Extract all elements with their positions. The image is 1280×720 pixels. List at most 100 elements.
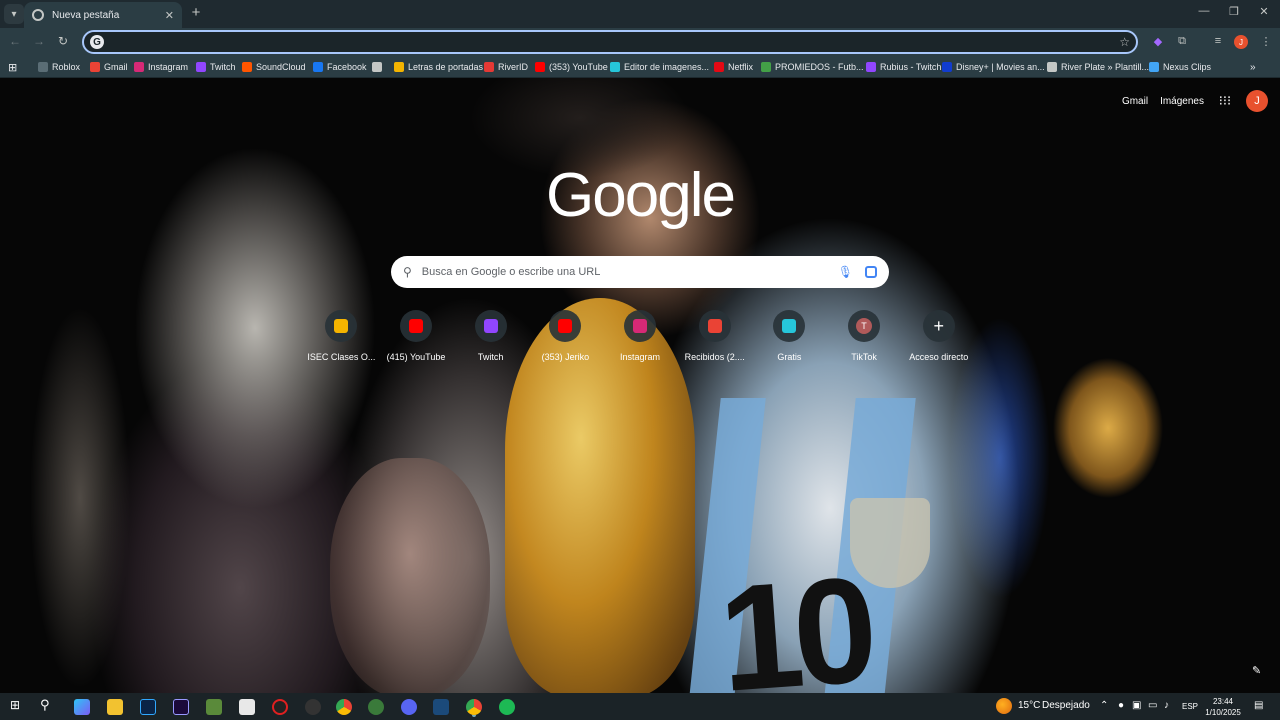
minecraft-icon[interactable] <box>206 699 222 715</box>
bookmark-item[interactable]: PROMIEDOS - Futb... <box>761 60 864 74</box>
media-controls-icon[interactable]: ≡ <box>1210 35 1226 49</box>
google-apps-icon[interactable]: ⁝⁝⁝ <box>1216 93 1234 109</box>
shortcut-tile[interactable]: + Acceso directo <box>901 310 976 362</box>
gmail-icon <box>90 62 100 72</box>
gmail-link[interactable]: Gmail <box>1122 96 1148 107</box>
minimize-button[interactable]: — <box>1192 5 1216 17</box>
app-icon[interactable] <box>368 699 384 715</box>
profile-avatar[interactable]: J <box>1234 35 1248 49</box>
start-button[interactable]: ⊞ <box>10 698 20 712</box>
shortcut-tile[interactable]: (415) YouTube <box>379 310 454 362</box>
bookmark-item[interactable]: Roblox <box>38 60 80 74</box>
bookmark-item[interactable]: Facebook <box>313 60 367 74</box>
discord-icon[interactable] <box>401 699 417 715</box>
bookmark-item[interactable]: Twitch <box>196 60 236 74</box>
bookmark-star-icon[interactable]: ☆ <box>1119 35 1130 49</box>
shortcut-label: Instagram <box>620 352 661 362</box>
new-tab-button[interactable]: + <box>188 5 204 21</box>
close-window-button[interactable]: ✕ <box>1252 5 1276 18</box>
weather-text[interactable]: Despejado <box>1042 700 1090 711</box>
nexus-icon <box>1149 62 1159 72</box>
bookmark-item[interactable]: RiverID <box>484 60 528 74</box>
notifications-icon[interactable]: ▤ <box>1254 700 1263 711</box>
weather-temp[interactable]: 15°C <box>1018 700 1040 711</box>
bookmark-label: RiverID <box>498 62 529 72</box>
extension-icon[interactable]: ◆ <box>1150 35 1166 49</box>
obs-icon[interactable] <box>305 699 321 715</box>
tab-search-button[interactable]: ▾ <box>4 4 24 24</box>
address-input[interactable] <box>110 35 1120 49</box>
file-explorer-icon[interactable] <box>107 699 123 715</box>
bookmark-item[interactable]: Editor de imagenes... <box>610 60 709 74</box>
copilot-icon[interactable] <box>74 699 90 715</box>
store-icon[interactable] <box>239 699 255 715</box>
shortcut-tile[interactable]: (353) Jeriko <box>528 310 603 362</box>
shortcut-tile[interactable]: T TikTok <box>827 310 902 362</box>
bookmark-label: Letras de portadas <box>408 62 484 72</box>
browser-window: ▾ Nueva pestaña ✕ + — ❐ ✕ ← → ↻ G ☆ ◆ ⧉ … <box>0 0 1280 720</box>
promiedos-icon <box>761 62 771 72</box>
bookmark-item[interactable]: Instagram <box>134 60 188 74</box>
premiere-icon[interactable] <box>173 699 189 715</box>
gmail-icon <box>698 310 731 342</box>
bookmark-item[interactable]: Netflix <box>714 60 753 74</box>
omnibox[interactable]: G ☆ <box>82 30 1138 54</box>
bookmark-item[interactable]: (353) YouTube <box>535 60 608 74</box>
steam-icon[interactable] <box>433 699 449 715</box>
extensions-puzzle-icon[interactable]: ⧉ <box>1174 35 1190 49</box>
google-g-icon: G <box>90 35 104 49</box>
network-icon[interactable]: ▭ <box>1148 700 1157 711</box>
microphone-icon[interactable]: 🎙 <box>838 265 853 279</box>
spotify-icon[interactable] <box>499 699 515 715</box>
bookmark-item[interactable]: River Plate » Plantill... <box>1047 60 1149 74</box>
back-button[interactable]: ← <box>6 34 24 48</box>
images-link[interactable]: Imágenes <box>1160 96 1204 107</box>
close-tab-icon[interactable]: ✕ <box>165 9 174 22</box>
tab-new-tab[interactable]: Nueva pestaña ✕ <box>24 2 182 28</box>
more-bookmarks-icon[interactable]: » <box>1250 60 1256 74</box>
roblox-icon <box>38 62 48 72</box>
restore-button[interactable]: ❐ <box>1222 5 1246 18</box>
bookmark-label: Disney+ | Movies an... <box>956 62 1045 72</box>
taskbar-search-icon[interactable]: ⚲ <box>40 697 50 713</box>
shortcut-tile[interactable]: ISEC Clases O... <box>304 310 379 362</box>
shortcut-label: TikTok <box>851 352 877 362</box>
menu-dots-icon[interactable]: ⋮ <box>1258 35 1274 49</box>
bookmark-item[interactable]: Disney+ | Movies an... <box>942 60 1045 74</box>
soundcloud-icon <box>242 62 252 72</box>
game-app-icon[interactable] <box>272 699 288 715</box>
shortcut-tile[interactable]: Twitch <box>453 310 528 362</box>
chevron-up-icon[interactable]: ⌃ <box>1100 700 1108 711</box>
clock-time: 23:44 <box>1212 697 1234 706</box>
netflix-icon <box>714 62 724 72</box>
volume-icon[interactable]: ♪ <box>1164 700 1169 711</box>
tab-title: Nueva pestaña <box>52 9 120 21</box>
google-lens-icon[interactable] <box>865 266 877 278</box>
search-box[interactable]: ⚲ 🎙 <box>391 256 889 288</box>
photoshop-icon[interactable] <box>140 699 156 715</box>
bookmark-item[interactable]: Gmail <box>90 60 128 74</box>
shortcut-tile[interactable]: Instagram <box>603 310 678 362</box>
chrome-active-icon[interactable] <box>466 699 482 715</box>
shortcut-tile[interactable]: Gratis <box>752 310 827 362</box>
bookmark-item[interactable]: Letras de portadas <box>394 60 483 74</box>
forward-button[interactable]: → <box>30 34 48 48</box>
camera-tray-icon[interactable]: ▣ <box>1132 700 1141 711</box>
tab-strip: ▾ Nueva pestaña ✕ + — ❐ ✕ <box>0 0 1280 28</box>
clock-date: 1/10/2025 <box>1205 708 1241 717</box>
bookmark-item[interactable]: SoundCloud <box>242 60 306 74</box>
weather-icon[interactable] <box>996 698 1012 714</box>
account-avatar[interactable]: J <box>1246 90 1268 112</box>
clock[interactable]: 23:44 1/10/2025 <box>1198 696 1248 718</box>
bookmark-item[interactable]: Nexus Clips <box>1149 60 1211 74</box>
bookmark-item[interactable] <box>372 60 386 74</box>
shortcut-tile[interactable]: Recibidos (2.... <box>677 310 752 362</box>
customize-pencil-icon[interactable]: ✎ <box>1252 664 1261 677</box>
reload-button[interactable]: ↻ <box>54 34 72 48</box>
apps-grid-icon[interactable]: ⊞ <box>8 60 17 74</box>
chrome-taskbar-icon[interactable] <box>336 699 352 715</box>
language-indicator[interactable]: ESP <box>1182 702 1198 711</box>
mic-tray-icon[interactable]: ● <box>1118 700 1124 711</box>
search-input[interactable] <box>421 266 830 278</box>
bookmark-item[interactable]: Rubius - Twitch <box>866 60 941 74</box>
